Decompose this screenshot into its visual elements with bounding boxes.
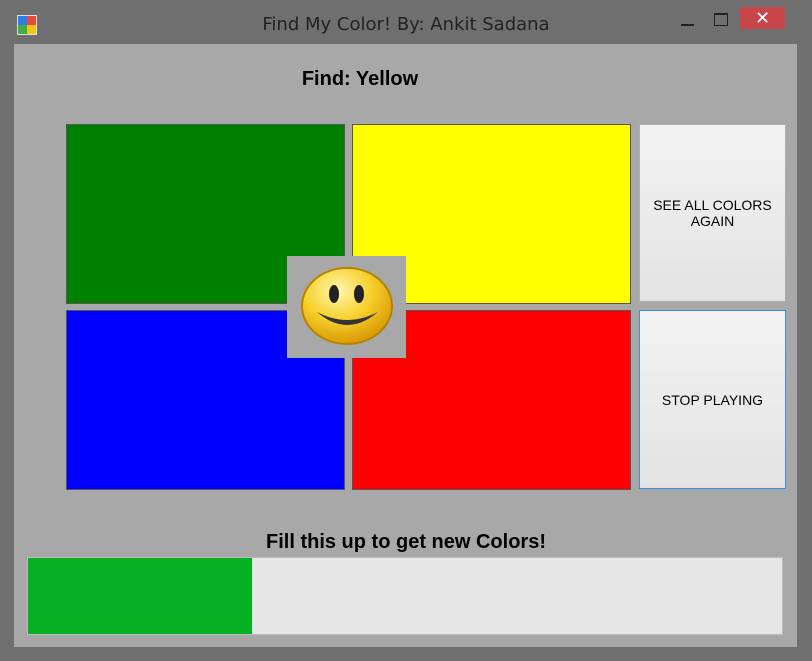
close-icon: ✕	[754, 8, 771, 28]
close-button[interactable]: ✕	[740, 7, 785, 29]
find-prompt: Find: Yellow	[301, 68, 419, 90]
progress-label: Fill this up to get new Colors!	[266, 531, 546, 553]
app-window: Find My Color! By: Ankit Sadana ✕ Find: …	[0, 0, 812, 661]
feedback-image	[287, 256, 406, 358]
smiley-face-icon	[301, 267, 393, 345]
minimize-button[interactable]	[675, 8, 701, 32]
maximize-icon	[714, 13, 728, 26]
maximize-button[interactable]	[708, 8, 734, 32]
see-all-colors-label: SEE ALL COLORS AGAIN	[653, 197, 772, 229]
stop-playing-button[interactable]: STOP PLAYING	[639, 310, 786, 489]
progress-bar-fill	[28, 558, 252, 634]
title-bar[interactable]: Find My Color! By: Ankit Sadana ✕	[0, 0, 812, 44]
progress-bar	[27, 557, 783, 635]
minimize-icon	[681, 24, 694, 26]
game-panel: Find: Yellow SEE ALL COLORS AGAIN STOP P…	[14, 44, 797, 647]
see-all-colors-button[interactable]: SEE ALL COLORS AGAIN	[639, 124, 786, 302]
stop-playing-label: STOP PLAYING	[661, 391, 764, 408]
